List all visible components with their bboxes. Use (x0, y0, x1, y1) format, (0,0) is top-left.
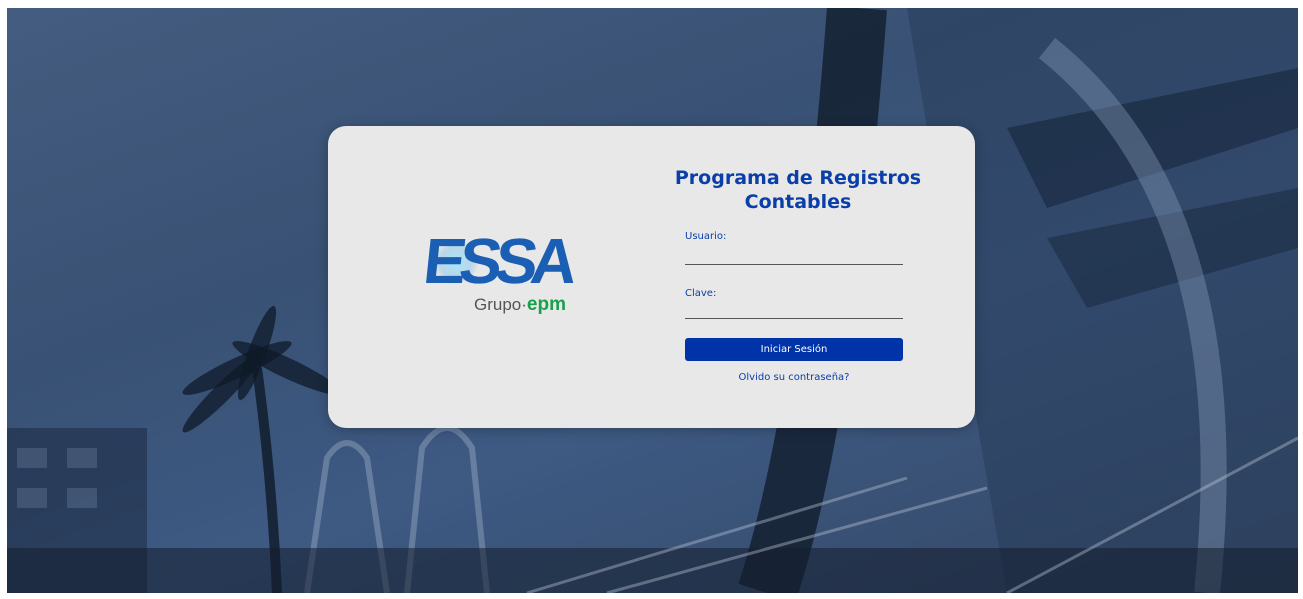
login-button[interactable]: Iniciar Sesión (685, 338, 903, 361)
forgot-password-link[interactable]: Olvido su contraseña? (685, 372, 903, 383)
logo-subtitle-prefix: Grupo· (474, 295, 527, 314)
logo-epm: epm (526, 294, 566, 315)
essa-logo: ESSA Grupo·epm (420, 225, 594, 322)
page-title: Programa de Registros Contables (674, 167, 922, 213)
username-field[interactable] (685, 244, 903, 265)
logo-wordmark: ESSA (420, 225, 575, 297)
logo-subtitle: Grupo·epm (474, 294, 566, 316)
password-field[interactable] (685, 298, 903, 319)
login-card: ESSA Grupo·epm Programa de Registros Con… (328, 126, 975, 428)
username-label: Usuario: (685, 231, 727, 242)
